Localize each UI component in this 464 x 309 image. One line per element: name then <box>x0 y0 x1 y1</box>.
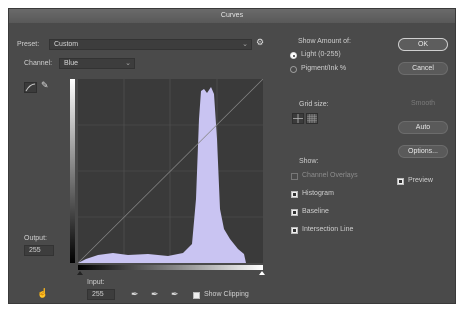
show-clipping-label: Show Clipping <box>204 291 249 298</box>
preset-options-gear-icon[interactable]: ⚙ <box>256 37 264 48</box>
input-gradient-bar <box>78 265 263 270</box>
smooth-button[interactable]: Smooth <box>398 97 448 110</box>
output-label: Output: <box>24 235 47 242</box>
white-eyedropper-icon[interactable]: ✒ <box>171 289 179 300</box>
options-button[interactable]: Options... <box>398 145 448 158</box>
intersection-line-checkbox[interactable] <box>291 227 298 234</box>
channel-dropdown[interactable]: Blue ⌄ <box>59 58 135 69</box>
histogram-label: Histogram <box>302 190 334 197</box>
on-image-adjustment-hand-icon[interactable]: ☝ <box>37 288 48 299</box>
output-value-field[interactable]: 255 <box>24 245 54 256</box>
show-clipping-checkbox[interactable] <box>193 292 200 299</box>
edit-points-curve-tool[interactable] <box>24 82 37 93</box>
black-eyedropper-icon[interactable]: ✒ <box>131 289 139 300</box>
channel-overlays-checkbox[interactable] <box>291 173 298 180</box>
light-radio[interactable] <box>290 52 297 59</box>
cancel-button[interactable]: Cancel <box>398 62 448 75</box>
histogram-checkbox[interactable] <box>291 191 298 198</box>
show-title: Show: <box>299 158 319 165</box>
curve-graph[interactable] <box>77 78 264 264</box>
channel-label: Channel: <box>24 60 53 67</box>
simple-grid-button[interactable] <box>292 113 304 124</box>
histogram-chart <box>77 78 264 264</box>
channel-value: Blue <box>64 60 79 67</box>
pencil-icon[interactable]: ✎ <box>41 80 49 91</box>
ok-button[interactable]: OK <box>398 38 448 51</box>
channel-overlays-label: Channel Overlays <box>302 172 358 179</box>
intersection-line-label: Intersection Line <box>302 226 354 233</box>
auto-button[interactable]: Auto <box>398 121 448 134</box>
histogram-fill <box>78 87 246 263</box>
input-value-field[interactable]: 255 <box>87 289 115 300</box>
preset-label: Preset: <box>17 41 40 48</box>
gray-eyedropper-icon[interactable]: ✒ <box>151 289 159 300</box>
chevron-down-icon: ⌄ <box>242 41 248 48</box>
grid-4x4-icon <box>293 114 303 123</box>
input-label: Input: <box>87 279 105 286</box>
preset-value: Custom <box>54 41 79 48</box>
light-label: Light (0-255) <box>301 51 341 58</box>
preview-label: Preview <box>408 177 433 184</box>
pigment-label: Pigment/Ink % <box>301 65 347 72</box>
detailed-grid-button[interactable] <box>306 113 318 124</box>
grid-size-title: Grid size: <box>299 101 329 108</box>
white-point-slider[interactable] <box>259 271 265 275</box>
preview-checkbox[interactable] <box>397 178 404 185</box>
grid-10x10-icon <box>307 114 317 123</box>
show-amount-title: Show Amount of: <box>298 38 351 45</box>
baseline-checkbox[interactable] <box>291 209 298 216</box>
preset-dropdown[interactable]: Custom ⌄ <box>49 39 252 50</box>
output-gradient-bar <box>70 79 75 263</box>
black-point-slider[interactable] <box>77 271 83 275</box>
dialog-title: Curves <box>9 9 455 23</box>
curves-dialog: Curves Preset: Custom ⌄ ⚙ Channel: Blue … <box>8 8 456 304</box>
curve-icon <box>25 83 36 92</box>
chevron-down-icon: ⌄ <box>125 60 131 67</box>
pigment-radio[interactable] <box>290 66 297 73</box>
baseline-label: Baseline <box>302 208 329 215</box>
